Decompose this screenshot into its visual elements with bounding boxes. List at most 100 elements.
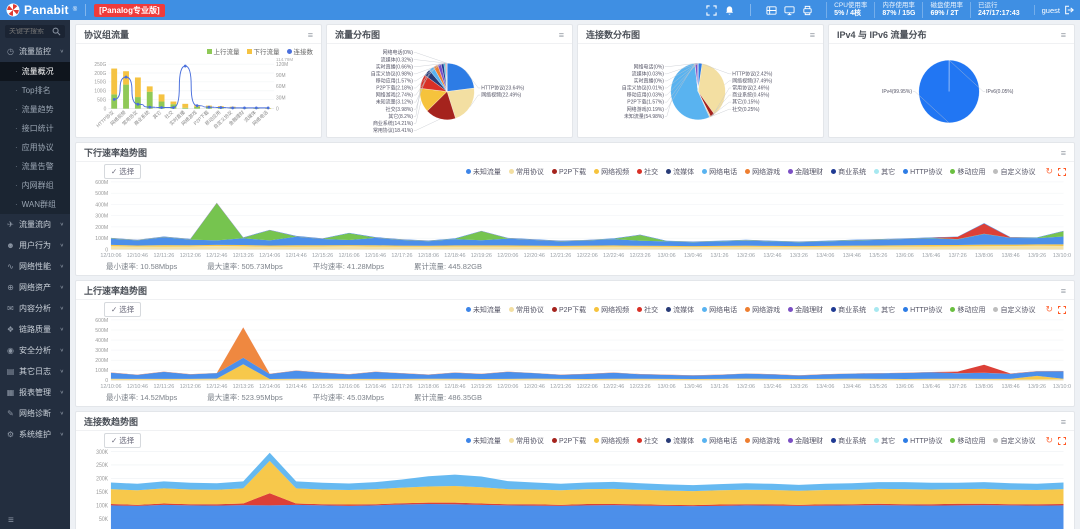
protocol-bar-chart[interactable]: 250G 200G 150G 100G 50G 0 120M 90M 60M 30M 0 114.79… [76, 56, 321, 137]
legend-item-商业系统[interactable]: 商业系统 [831, 305, 866, 315]
sidebar-item-接口统计[interactable]: · 接口统计 [0, 119, 70, 138]
legend-item-连接数[interactable]: 连接数 [286, 46, 313, 56]
legend-item-P2P下载[interactable]: P2P下载 [551, 305, 586, 315]
legend-item-移动应用[interactable]: 移动应用 [950, 305, 985, 315]
sidebar-item-用户行为[interactable]: ☻ 用户行为 ∨ [0, 235, 70, 256]
sidebar-item-Top排名[interactable]: · Top排名 [0, 81, 70, 100]
expand-icon[interactable] [1058, 167, 1066, 176]
legend-item-未知流量[interactable]: 未知流量 [465, 167, 501, 177]
legend-item-其它[interactable]: 其它 [874, 436, 895, 446]
legend-item-网络游戏[interactable]: 网络游戏 [745, 305, 780, 315]
legend-item-移动应用[interactable]: 移动应用 [950, 436, 985, 446]
legend-item-网络视频[interactable]: 网络视频 [594, 305, 629, 315]
legend-item-上行流量[interactable]: 上行流量 [206, 46, 240, 56]
legend-item-网络电话[interactable]: 网络电话 [702, 305, 737, 315]
traffic-pie-chart[interactable]: HTTP协议(23.64%) 网络视频(22.49%) 网络电话(0%) 流媒体(0.… [327, 44, 572, 137]
refresh-icon[interactable]: ↻ [1045, 167, 1053, 176]
dashboard-icon[interactable] [766, 5, 777, 16]
logout-icon[interactable] [1064, 5, 1074, 15]
sidebar-search[interactable] [5, 25, 65, 38]
legend-item-自定义协议[interactable]: 自定义协议 [993, 305, 1035, 315]
uplink-area-chart[interactable]: 600M 500M 400M 300M 200M 100M 0 12/10:06 12/10:4… [76, 317, 1074, 391]
sidebar-item-应用协议[interactable]: · 应用协议 [0, 138, 70, 157]
sidebar-item-流量告警[interactable]: · 流量告警 [0, 157, 70, 176]
refresh-icon[interactable]: ↻ [1045, 436, 1053, 445]
legend-item-自定义协议[interactable]: 自定义协议 [993, 167, 1035, 177]
legend-item-流媒体[interactable]: 流媒体 [666, 436, 694, 446]
printer-icon[interactable] [802, 5, 813, 16]
sidebar-item-其它日志[interactable]: ▤ 其它日志 ∨ [0, 361, 70, 382]
legend-item-下行流量[interactable]: 下行流量 [246, 46, 280, 56]
panel-menu-icon[interactable]: ≡ [1061, 148, 1066, 158]
sidebar-item-网络诊断[interactable]: ✎ 网络诊断 ∨ [0, 403, 70, 424]
panel-menu-icon[interactable]: ≡ [1061, 417, 1066, 427]
legend-item-金融理财[interactable]: 金融理财 [788, 167, 823, 177]
sidebar-item-流量概况[interactable]: · 流量概况 [0, 62, 70, 81]
legend-item-流媒体[interactable]: 流媒体 [666, 167, 694, 177]
select-button[interactable]: ✓ 选择 [104, 433, 142, 448]
downlink-area-chart[interactable]: 600M 500M 400M 300M 200M 100M 0 12/10:06 12/10:4… [76, 179, 1074, 260]
select-button[interactable]: ✓ 选择 [104, 302, 142, 317]
legend-item-HTTP协议[interactable]: HTTP协议 [903, 436, 942, 446]
legend-item-网络游戏[interactable]: 网络游戏 [745, 167, 780, 177]
legend-item-其它[interactable]: 其它 [874, 305, 895, 315]
legend-item-常用协议[interactable]: 常用协议 [508, 305, 544, 315]
legend-item-自定义协议[interactable]: 自定义协议 [993, 436, 1035, 446]
ip-version-pie-chart[interactable]: IPv6(0.05%) IPv4(99.95%) [829, 44, 1074, 137]
sidebar-item-网络性能[interactable]: ∿ 网络性能 ∨ [0, 256, 70, 277]
legend-item-商业系统[interactable]: 商业系统 [831, 167, 866, 177]
legend-item-网络视频[interactable]: 网络视频 [594, 167, 629, 177]
sidebar-item-内网群组[interactable]: · 内网群组 [0, 176, 70, 195]
sidebar-item-链路质量[interactable]: ❖ 链路质量 ∨ [0, 319, 70, 340]
legend-item-P2P下载[interactable]: P2P下载 [551, 436, 586, 446]
legend-item-未知流量[interactable]: 未知流量 [465, 436, 501, 446]
legend-item-金融理财[interactable]: 金融理财 [788, 305, 823, 315]
panel-menu-icon[interactable]: ≡ [810, 30, 815, 40]
sidebar-item-系统维护[interactable]: ⚙ 系统维护 ∨ [0, 424, 70, 445]
legend-item-HTTP协议[interactable]: HTTP协议 [903, 305, 942, 315]
expand-icon[interactable] [1058, 436, 1066, 445]
legend-item-网络游戏[interactable]: 网络游戏 [745, 436, 780, 446]
panel-menu-icon[interactable]: ≡ [559, 30, 564, 40]
legend-item-网络电话[interactable]: 网络电话 [702, 436, 737, 446]
sidebar-item-流量流向[interactable]: ✈ 流量流向 ∨ [0, 214, 70, 235]
legend-item-商业系统[interactable]: 商业系统 [831, 436, 866, 446]
refresh-icon[interactable]: ↻ [1045, 305, 1053, 314]
connections-area-chart[interactable]: 300K250K200K150K100K50K012/10:0612/10:46… [76, 448, 1074, 529]
legend-item-其它[interactable]: 其它 [874, 167, 895, 177]
legend-item-网络电话[interactable]: 网络电话 [702, 167, 737, 177]
sidebar-item-内容分析[interactable]: ✉ 内容分析 ∨ [0, 298, 70, 319]
sidebar-item-报表管理[interactable]: ▦ 报表管理 ∨ [0, 382, 70, 403]
legend-item-网络视频[interactable]: 网络视频 [594, 436, 629, 446]
legend-item-社交[interactable]: 社交 [637, 167, 658, 177]
notification-bell-icon[interactable] [724, 5, 735, 16]
legend-item-金融理财[interactable]: 金融理财 [788, 436, 823, 446]
select-button[interactable]: ✓ 选择 [104, 164, 142, 179]
search-input[interactable] [9, 28, 52, 35]
legend-item-P2P下载[interactable]: P2P下载 [551, 167, 586, 177]
panel-menu-icon[interactable]: ≡ [308, 30, 313, 40]
legend-item-流媒体[interactable]: 流媒体 [666, 305, 694, 315]
brand-logo[interactable]: Panabit ® [6, 3, 77, 17]
sidebar-item-网络资产[interactable]: ⊕ 网络资产 ∨ [0, 277, 70, 298]
legend-item-HTTP协议[interactable]: HTTP协议 [903, 167, 942, 177]
panel-menu-icon[interactable]: ≡ [1061, 30, 1066, 40]
sidebar-item-流量趋势[interactable]: · 流量趋势 [0, 100, 70, 119]
legend-item-未知流量[interactable]: 未知流量 [465, 305, 501, 315]
panel-menu-icon[interactable]: ≡ [1061, 286, 1066, 296]
sidebar-item-WAN群组[interactable]: · WAN群组 [0, 195, 70, 214]
legend-item-社交[interactable]: 社交 [637, 436, 658, 446]
legend-item-常用协议[interactable]: 常用协议 [508, 436, 544, 446]
expand-icon[interactable] [1058, 305, 1066, 314]
legend-item-常用协议[interactable]: 常用协议 [508, 167, 544, 177]
search-icon[interactable] [52, 27, 61, 36]
sidebar-item-安全分析[interactable]: ◉ 安全分析 ∨ [0, 340, 70, 361]
sidebar-item-流量监控[interactable]: ◷ 流量监控 ∨ [0, 41, 70, 62]
legend-item-移动应用[interactable]: 移动应用 [950, 167, 985, 177]
fullscreen-icon[interactable] [706, 4, 717, 16]
connection-pie-chart[interactable]: HTTP协议(2.42%) 网络视频(37.49%) 常用协议(2.46%) 商业系统… [578, 44, 823, 137]
svg-text:12/20:06: 12/20:06 [497, 384, 518, 390]
sidebar-collapse-icon[interactable]: ≡ [8, 515, 14, 526]
monitor-icon[interactable] [784, 5, 795, 16]
legend-item-社交[interactable]: 社交 [637, 305, 658, 315]
